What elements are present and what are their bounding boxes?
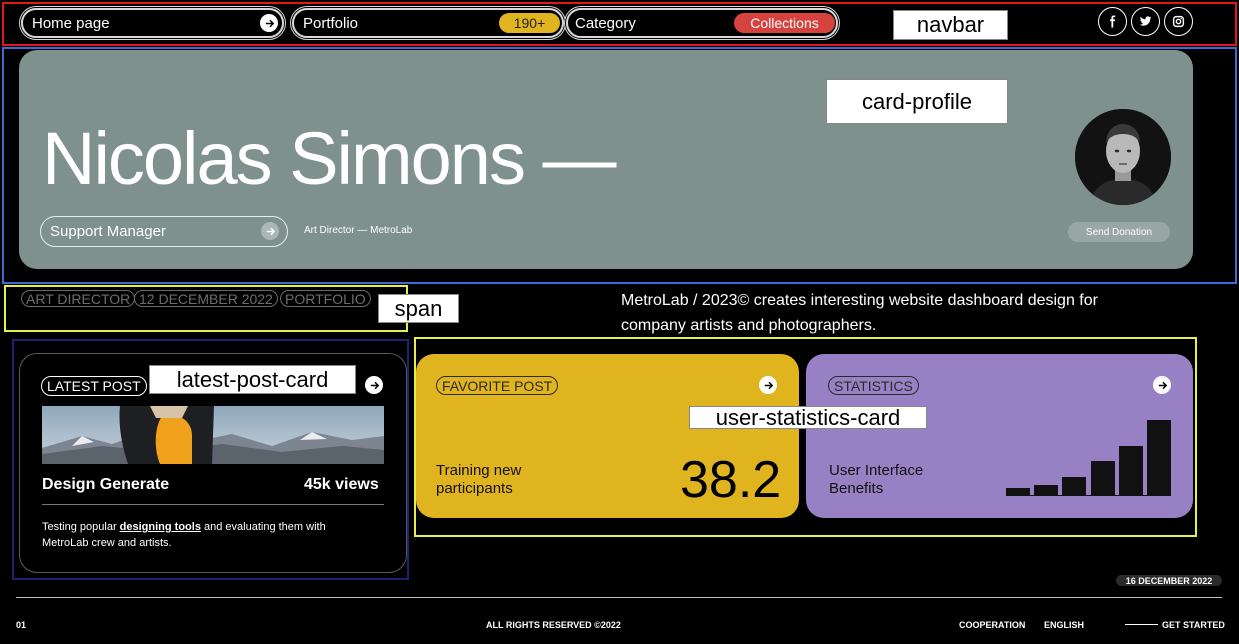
latest-post-title: Design Generate [42, 476, 170, 493]
instagram-link[interactable] [1164, 7, 1193, 36]
statistics-bar [1090, 460, 1115, 495]
statistics-tag: STATISTICS [828, 376, 919, 395]
favorite-post-arrow-icon[interactable] [759, 376, 777, 394]
tag-portfolio: PORTFOLIO [280, 290, 371, 307]
tag-date: 12 DECEMBER 2022 [134, 290, 278, 307]
footer-divider [16, 597, 1222, 598]
statistics-arrow-icon[interactable] [1153, 376, 1171, 394]
latest-post-description: Testing popular designing tools and eval… [42, 519, 362, 551]
send-donation-button[interactable]: Send Donation [1068, 222, 1170, 242]
home-page-button[interactable]: Home page [21, 8, 284, 38]
facebook-link[interactable] [1098, 7, 1127, 36]
card-profile-annotation-label: card-profile [826, 79, 1008, 124]
footer-rights: ALL RIGHTS RESERVED ©2022 [486, 620, 621, 630]
favorite-post-label-line2: participants [436, 480, 513, 497]
favorite-post-value: 38.2 [680, 451, 782, 509]
latest-post-image [42, 406, 384, 464]
tag-art-director: ART DIRECTOR [21, 290, 136, 307]
statistics-bar [1118, 445, 1143, 495]
role-label: Support Manager [50, 223, 166, 240]
favorite-post-tag: FAVORITE POST [436, 376, 559, 395]
company-description: MetroLab / 2023© creates interesting web… [621, 292, 1098, 334]
footer-page-number: 01 [16, 620, 27, 630]
footer-date-badge: 16 DECEMBER 2022 [1116, 575, 1222, 586]
get-started-line [1125, 624, 1158, 625]
portfolio-count-badge: 190+ [499, 13, 560, 33]
latest-post-arrow-icon[interactable] [365, 376, 383, 394]
statistics-label: User Interface Benefits [829, 462, 923, 498]
arrow-right-icon [261, 222, 279, 240]
instagram-icon [1172, 15, 1185, 28]
footer-language-link[interactable]: ENGLISH [1044, 620, 1084, 630]
latest-post-views: 45k views [304, 476, 379, 493]
span-annotation-label: span [378, 294, 459, 323]
collections-badge[interactable]: Collections [734, 13, 835, 33]
latest-post-card-annotation-label: latest-post-card [149, 365, 356, 394]
statistics-label-line1: User Interface [829, 462, 924, 479]
favorite-post-label: Training new participants [436, 462, 521, 498]
profile-name: Nicolas Simons — [42, 117, 617, 200]
sub-role-text: Art Director — MetroLab [304, 225, 413, 236]
twitter-icon [1139, 16, 1152, 26]
role-button[interactable]: Support Manager [40, 216, 288, 247]
footer-cooperation-link[interactable]: COOPERATION [959, 620, 1025, 630]
statistics-label-line2: Benefits [829, 480, 884, 497]
portfolio-label: Portfolio [303, 14, 359, 32]
statistics-bar [1146, 420, 1171, 495]
favorite-post-label-line1: Training new [436, 462, 522, 479]
latest-post-tag: LATEST POST [41, 376, 147, 396]
home-page-label: Home page [32, 14, 110, 32]
designing-tools-link[interactable]: designing tools [120, 521, 201, 533]
latest-post-text-start: Testing popular [42, 521, 120, 533]
statistics-bar [1034, 484, 1059, 495]
statistics-bar [1006, 487, 1031, 495]
facebook-icon [1110, 15, 1116, 28]
statistics-bar-chart [1006, 420, 1171, 495]
category-label: Category [575, 14, 636, 32]
statistics-bar [1062, 477, 1087, 495]
latest-post-divider [42, 504, 384, 505]
navbar-annotation-label: navbar [893, 10, 1008, 40]
get-started-link[interactable]: GET STARTED [1162, 620, 1225, 630]
avatar [1075, 109, 1171, 205]
twitter-link[interactable] [1131, 7, 1160, 36]
user-statistics-card-annotation-label: user-statistics-card [689, 405, 927, 430]
statistics-bar-baseline [1006, 495, 1171, 496]
arrow-right-icon [260, 14, 278, 32]
